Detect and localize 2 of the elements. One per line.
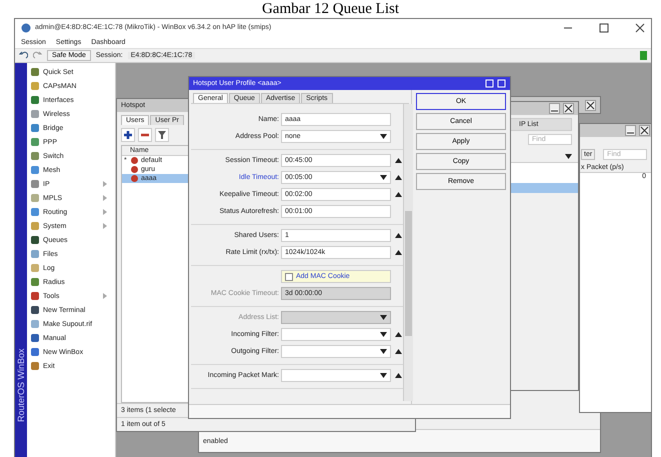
side-banner: RouterOS WinBox (15, 63, 27, 457)
figure-caption: Gambar 12 Queue List (260, 0, 400, 18)
